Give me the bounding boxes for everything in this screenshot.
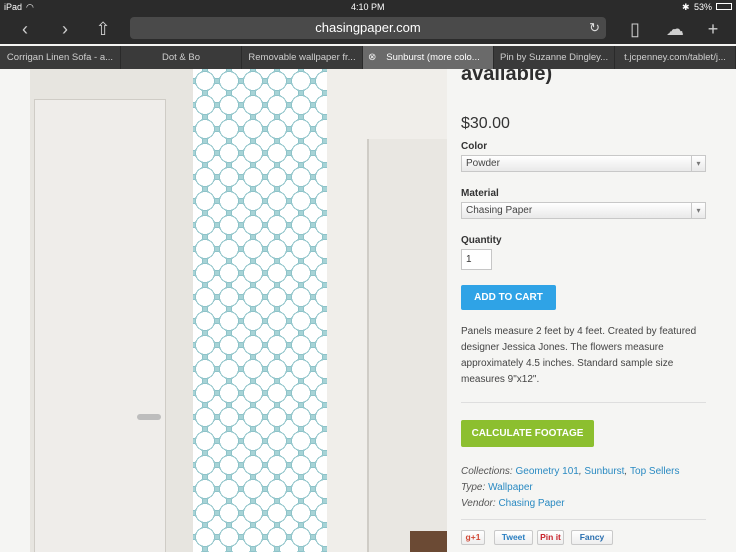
fancy-button[interactable]: Fancy [571, 530, 613, 545]
photo-floor [410, 531, 447, 552]
tab-bar: Corrigan Linen Sofa - a... Dot & Bo Remo… [0, 46, 736, 69]
tab-item[interactable]: Removable wallpaper fr... [242, 46, 363, 69]
color-label: Color [461, 141, 488, 152]
collection-link[interactable]: Sunburst [584, 466, 624, 477]
vendor-link[interactable]: Chasing Paper [498, 498, 564, 509]
calculate-footage-button[interactable]: CALCULATE FOOTAGE [461, 420, 594, 447]
collection-link[interactable]: Geometry 101 [515, 466, 578, 477]
product-photo [30, 69, 447, 552]
battery-icon [716, 3, 732, 10]
material-label: Material [461, 188, 499, 199]
divider [461, 519, 706, 520]
forward-icon[interactable]: › [54, 18, 76, 40]
tab-item[interactable]: Dot & Bo [121, 46, 242, 69]
vendor-line: Vendor: Chasing Paper [461, 498, 565, 509]
material-select-value: Chasing Paper [466, 205, 533, 216]
color-select[interactable]: Powder ▾ [461, 155, 706, 172]
color-select-value: Powder [466, 158, 500, 169]
chevron-down-icon: ▾ [691, 156, 705, 171]
url-text: chasingpaper.com [315, 20, 421, 35]
tab-item[interactable]: Pin by Suzanne Dingley... [494, 46, 615, 69]
collection-link[interactable]: Top Sellers [630, 466, 679, 477]
bookmarks-icon[interactable]: ▯ [624, 18, 646, 40]
photo-door [34, 99, 166, 552]
battery-percent: 53% [694, 2, 713, 12]
photo-door-handle [137, 414, 161, 420]
collections-line: Collections: Geometry 101, Sunburst, Top… [461, 466, 680, 477]
google-plus-button[interactable]: g+1 [461, 530, 485, 545]
photo-closet-door [367, 139, 447, 552]
bluetooth-icon: ✱ [682, 2, 690, 12]
device-label: iPad [4, 2, 23, 12]
type-line: Type: Wallpaper [461, 482, 533, 493]
tweet-button[interactable]: Tweet [494, 530, 533, 545]
wallpaper-pattern [193, 69, 327, 552]
tab-item[interactable]: Corrigan Linen Sofa - a... [0, 46, 121, 69]
quantity-label: Quantity [461, 235, 502, 246]
status-bar: iPad ◠ 4:10 PM ✱ 53% [0, 0, 736, 14]
share-icon[interactable]: ⇧ [92, 18, 114, 40]
back-icon[interactable]: ‹ [14, 18, 36, 40]
tab-label: Sunburst (more colo... [386, 52, 480, 63]
quantity-input[interactable]: 1 [461, 249, 492, 270]
vendor-label: Vendor: [461, 498, 496, 509]
url-bar[interactable]: chasingpaper.com ↻ [130, 17, 606, 39]
product-title: Sunburst (more colors available) [461, 69, 553, 85]
collections-label: Collections: [461, 466, 513, 477]
reload-icon[interactable]: ↻ [589, 17, 600, 39]
divider [461, 402, 706, 403]
clock: 4:10 PM [351, 2, 385, 12]
type-label: Type: [461, 482, 486, 493]
tab-item-active[interactable]: ⊗ Sunburst (more colo... [363, 46, 494, 69]
new-tab-icon[interactable]: + [702, 18, 724, 40]
pin-it-button[interactable]: Pin it [537, 530, 564, 545]
cloud-icon[interactable]: ☁ [664, 18, 686, 40]
type-link[interactable]: Wallpaper [488, 482, 533, 493]
chevron-down-icon: ▾ [691, 203, 705, 218]
product-description: Panels measure 2 feet by 4 feet. Created… [461, 326, 697, 385]
page-content: Sunburst (more colors available) $30.00 … [0, 69, 736, 552]
add-to-cart-button[interactable]: ADD TO CART [461, 285, 556, 310]
product-price: $30.00 [461, 115, 510, 132]
tab-item[interactable]: t.jcpenney.com/tablet/j... [615, 46, 736, 69]
product-panel: Sunburst (more colors available) $30.00 … [447, 69, 736, 552]
close-tab-icon[interactable]: ⊗ [368, 46, 376, 69]
material-select[interactable]: Chasing Paper ▾ [461, 202, 706, 219]
wifi-icon: ◠ [26, 2, 34, 12]
